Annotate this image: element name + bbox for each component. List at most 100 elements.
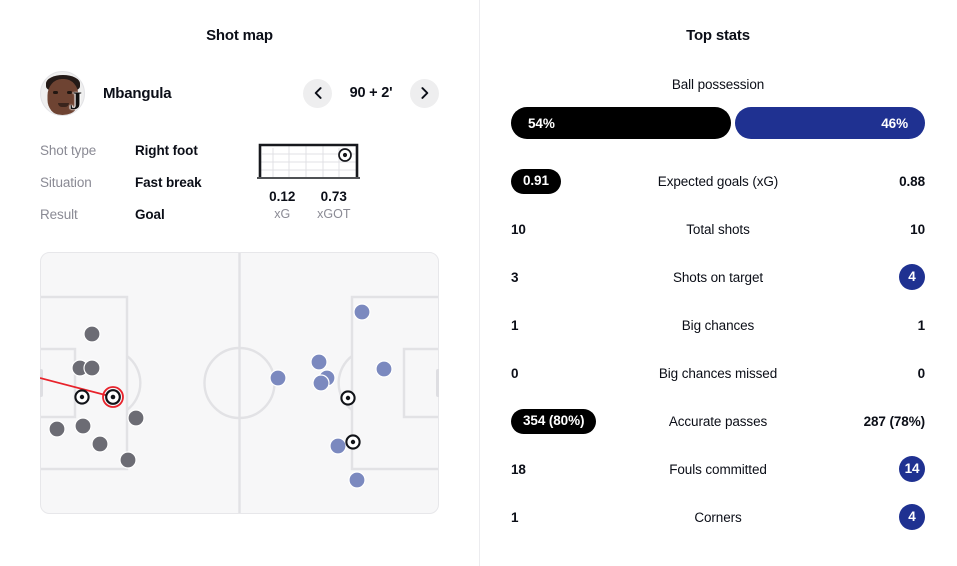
shot-map-pitch[interactable]	[40, 252, 439, 514]
stat-row-big-chances-missed: 0 Big chances missed 0	[511, 349, 925, 397]
shot-marker[interactable]	[375, 360, 393, 378]
stat-name: Corners	[694, 509, 742, 525]
stat-home-side: 1	[511, 510, 629, 525]
detail-row-result: Result Goal	[40, 198, 202, 230]
stat-away-side: 1	[807, 317, 926, 333]
stat-home-value: 0.91	[511, 168, 561, 194]
shot-marker[interactable]	[312, 374, 330, 392]
ball-possession-bar: 54% 46%	[511, 107, 925, 139]
stat-home-value: 18	[511, 461, 526, 477]
avatar: J	[40, 70, 85, 116]
stat-name: Shots on target	[672, 269, 764, 285]
stat-name: Total shots	[686, 221, 750, 237]
stat-away-side: 0.88	[807, 174, 925, 189]
match-stats-page: Shot map J Mbangula 90 + 2' Shot type Ri…	[0, 0, 957, 566]
stat-away-side: 0	[807, 365, 926, 381]
xg-caption: xG	[274, 207, 291, 221]
xg-value: 0.12	[269, 189, 296, 204]
stat-home-side: 18	[511, 462, 629, 477]
stat-away-value: 10	[910, 221, 925, 237]
shot-marker[interactable]	[119, 451, 137, 469]
shot-minute-label: 90 + 2'	[349, 85, 393, 101]
goal-shot-marker[interactable]	[345, 434, 361, 450]
goal-shot-marker[interactable]	[74, 389, 90, 405]
shot-marker[interactable]	[329, 437, 347, 455]
goal-left	[40, 369, 43, 397]
stat-away-value: 0.88	[899, 173, 925, 189]
stat-away-value: 4	[899, 264, 925, 290]
shot-map-title: Shot map	[206, 27, 273, 44]
stat-row-big-chances: 1 Big chances 1	[511, 301, 925, 349]
stat-home-value: 1	[511, 509, 519, 525]
shot-location-marker	[337, 148, 352, 162]
stat-away-side: 4	[807, 504, 925, 530]
top-stats-panel: Top stats Ball possession 54% 46% 0.91 E…	[479, 0, 957, 566]
stat-home-side: 0.91	[511, 168, 629, 194]
stat-home-value: 0	[511, 365, 519, 381]
stat-home-value: 1	[511, 317, 519, 333]
possession-away-segment: 46%	[735, 107, 925, 139]
possession-home-value: 54%	[528, 115, 555, 131]
detail-value: Goal	[135, 206, 165, 222]
shot-marker[interactable]	[269, 369, 287, 387]
shot-marker[interactable]	[348, 471, 366, 489]
stat-name: Big chances	[681, 317, 755, 333]
stat-home-side: 354 (80%)	[511, 408, 629, 434]
previous-shot-button[interactable]	[303, 78, 332, 108]
stat-name: Big chances missed	[658, 365, 778, 381]
shot-marker[interactable]	[91, 435, 109, 453]
detail-row-shot-type: Shot type Right foot	[40, 134, 202, 166]
goal-shot-marker[interactable]	[340, 390, 356, 406]
detail-value: Right foot	[135, 142, 198, 158]
goal-right	[436, 369, 439, 397]
shot-marker[interactable]	[353, 303, 371, 321]
shot-marker[interactable]	[310, 353, 328, 371]
xg-values: 0.12 xG 0.73 xGOT	[257, 189, 360, 221]
stat-name: Fouls committed	[669, 461, 767, 477]
top-stats-title: Top stats	[686, 27, 750, 44]
shot-player-row: J Mbangula 90 + 2'	[40, 70, 439, 116]
goal-mouth-diagram	[256, 143, 360, 179]
detail-label: Situation	[40, 174, 92, 190]
stat-away-side: 287 (78%)	[807, 414, 925, 429]
shot-map-panel: Shot map J Mbangula 90 + 2' Shot type Ri…	[0, 0, 479, 566]
stats-list: 0.91 Expected goals (xG) 0.88 10 Total s…	[511, 157, 925, 541]
possession-home-segment: 54%	[511, 107, 732, 139]
club-badge-icon: J	[69, 87, 83, 115]
stat-row-corners: 1 Corners 4	[511, 493, 925, 541]
ball-possession-label: Ball possession	[671, 77, 765, 92]
xg-block: 0.12 xG 0.73 xGOT	[256, 140, 360, 230]
shot-marker[interactable]	[74, 417, 92, 435]
stat-home-side: 10	[511, 222, 629, 237]
stat-away-side: 10	[807, 222, 925, 237]
shot-detail-list: Shot type Right foot Situation Fast brea…	[40, 134, 202, 230]
stat-away-value: 0	[917, 365, 926, 381]
stat-name: Accurate passes	[668, 413, 768, 429]
xg-column: 0.12 xG	[257, 189, 309, 221]
shot-marker[interactable]	[48, 420, 66, 438]
stat-home-value: 3	[511, 269, 519, 285]
pitch-wrap	[40, 252, 439, 514]
stat-row-shots-on-target: 3 Shots on target 4	[511, 253, 925, 301]
stat-row-accurate-passes: 354 (80%) Accurate passes 287 (78%)	[511, 397, 925, 445]
stat-home-value: 354 (80%)	[511, 408, 597, 434]
stat-away-value: 14	[899, 456, 925, 482]
detail-row-situation: Situation Fast break	[40, 166, 202, 198]
detail-label: Result	[40, 206, 78, 222]
stat-home-side: 1	[511, 318, 629, 333]
shot-details: Shot type Right foot Situation Fast brea…	[40, 134, 439, 230]
xgot-value: 0.73	[320, 189, 347, 204]
avatar-eye-left	[53, 90, 58, 94]
next-shot-button[interactable]	[410, 78, 439, 108]
stat-away-side: 14	[807, 456, 925, 482]
stat-away-value: 1	[917, 317, 926, 333]
shot-marker[interactable]	[127, 409, 145, 427]
chevron-right-icon	[420, 87, 428, 99]
stat-away-side: 4	[807, 264, 925, 290]
detail-value: Fast break	[135, 174, 202, 190]
stat-home-value: 10	[511, 221, 526, 237]
shot-marker[interactable]	[83, 325, 101, 343]
stat-name: Expected goals (xG)	[657, 173, 779, 189]
selected-shot-marker[interactable]	[102, 386, 124, 408]
shot-marker[interactable]	[83, 359, 101, 377]
